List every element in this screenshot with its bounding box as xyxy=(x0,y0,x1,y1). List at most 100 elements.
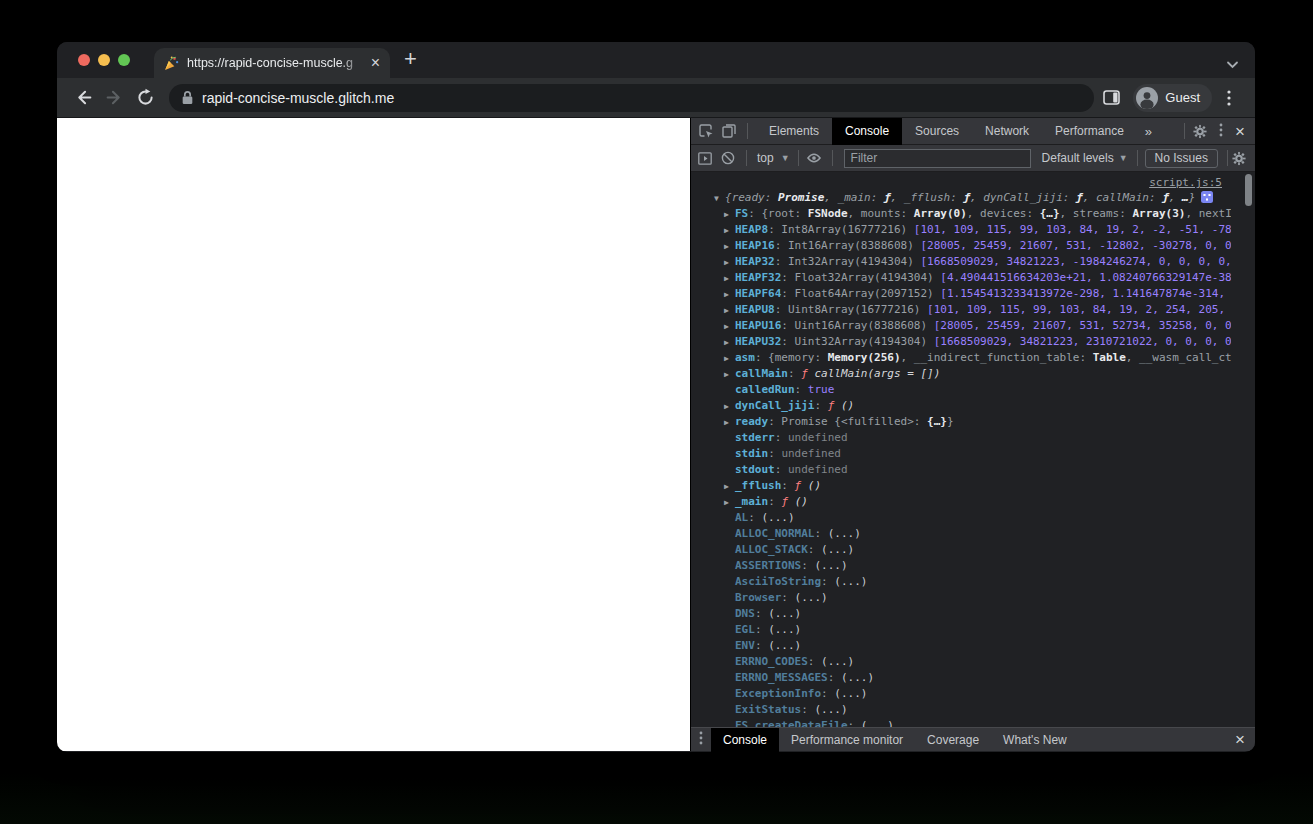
window-controls xyxy=(78,54,130,66)
console-row: ASSERTIONS: (...) xyxy=(691,558,1231,574)
lock-icon xyxy=(181,90,194,105)
fullscreen-window-button[interactable] xyxy=(118,54,130,66)
console-token: HEAPU32 xyxy=(735,335,781,348)
drawer-close-icon[interactable]: × xyxy=(1235,731,1245,748)
console-token: : xyxy=(755,623,768,636)
tab-title: https://rapid-concise-muscle.g xyxy=(187,56,367,70)
console-token: HEAP16 xyxy=(735,239,775,252)
devtools-tab-sources[interactable]: Sources xyxy=(902,118,972,145)
console-token: FSNode xyxy=(808,207,848,220)
profile-button[interactable]: Guest xyxy=(1133,84,1212,112)
console-token: : Uint16Array(8388608) xyxy=(781,319,933,332)
devtools-tab-elements[interactable]: Elements xyxy=(756,118,832,145)
avatar-icon xyxy=(1136,87,1158,109)
console-token: HEAPU8 xyxy=(735,303,775,316)
expand-arrow-icon[interactable]: ▶ xyxy=(724,479,735,495)
browser-toolbar: rapid-concise-muscle.glitch.me Guest xyxy=(57,78,1255,118)
party-popper-favicon-icon xyxy=(164,56,179,71)
devtools-tab-network[interactable]: Network xyxy=(972,118,1042,145)
inspect-element-icon[interactable] xyxy=(699,124,713,138)
console-row: ▶FS: {root: FSNode, mounts: Array(0), de… xyxy=(691,206,1231,222)
console-token: , streams: xyxy=(1060,207,1133,220)
reload-button[interactable] xyxy=(132,85,158,111)
console-token: : xyxy=(775,463,788,476)
forward-button[interactable] xyxy=(101,85,127,111)
console-row: ▶HEAPU32: Uint32Array(4194304) [16685090… xyxy=(691,334,1231,350)
live-expression-eye-icon[interactable] xyxy=(807,151,821,165)
console-row: ERRNO_MESSAGES: (...) xyxy=(691,670,1231,686)
address-bar[interactable]: rapid-concise-muscle.glitch.me xyxy=(169,84,1094,112)
console-row: calledRun: true xyxy=(691,382,1231,398)
expand-arrow-icon[interactable]: ▶ xyxy=(724,495,735,511)
clear-console-icon[interactable] xyxy=(721,151,735,165)
console-sidebar-icon[interactable] xyxy=(698,151,712,165)
devtools-tab-performance[interactable]: Performance xyxy=(1042,118,1137,145)
console-token: ExceptionInfo xyxy=(735,687,821,700)
console-scrollbar-thumb[interactable] xyxy=(1245,174,1252,206)
console-token: (...) xyxy=(821,543,854,556)
console-token: : Uint32Array(4194304) xyxy=(781,335,933,348)
new-tab-button[interactable]: + xyxy=(404,47,417,71)
browser-tab[interactable]: https://rapid-concise-muscle.g × xyxy=(154,48,390,78)
context-selector[interactable]: top xyxy=(757,151,774,165)
console-token: ƒ xyxy=(781,495,794,508)
console-token: asm xyxy=(735,351,755,364)
console-token: [28005, 25459, 21607, 531, -12802, -3027… xyxy=(920,239,1231,252)
expand-arrow-icon[interactable]: ▶ xyxy=(724,239,735,255)
issues-counter[interactable]: No Issues xyxy=(1145,149,1218,168)
devtools-menu-icon[interactable] xyxy=(1219,123,1223,140)
console-row: Browser: (...) xyxy=(691,590,1231,606)
drawer-tab-coverage[interactable]: Coverage xyxy=(915,728,991,752)
expand-arrow-icon[interactable]: ▶ xyxy=(724,415,735,431)
collapse-arrow-icon[interactable]: ▼ xyxy=(714,191,725,207)
console-token: ALLOC_STACK xyxy=(735,543,808,556)
console-token: : xyxy=(848,719,861,727)
log-levels-dropdown[interactable]: Default levels ▼ xyxy=(1042,151,1128,165)
tab-close-icon[interactable]: × xyxy=(371,55,380,71)
expand-arrow-icon[interactable]: ▶ xyxy=(724,287,735,303)
expand-arrow-icon[interactable]: ▶ xyxy=(724,399,735,415)
console-row: ▶HEAP32: Int32Array(4194304) [1668509029… xyxy=(691,254,1231,270)
more-tabs-button[interactable]: » xyxy=(1137,124,1160,139)
drawer-tab-console[interactable]: Console xyxy=(711,728,779,752)
drawer-menu-icon[interactable] xyxy=(691,731,711,748)
side-panel-button[interactable] xyxy=(1098,85,1124,111)
console-token: : Int8Array(16777216) xyxy=(768,223,914,236)
close-window-button[interactable] xyxy=(78,54,90,66)
expand-arrow-icon[interactable]: ▶ xyxy=(724,351,735,367)
devtools-settings-gear-icon[interactable] xyxy=(1193,124,1207,138)
expand-arrow-icon[interactable]: ▶ xyxy=(724,271,735,287)
desktop-background: https://rapid-concise-muscle.g × + rapid… xyxy=(0,0,1313,824)
expand-arrow-icon[interactable]: ▶ xyxy=(724,367,735,383)
console-row: ▶dynCall_jiji: ƒ () xyxy=(691,398,1231,414)
filter-input[interactable] xyxy=(844,149,1031,168)
expand-arrow-icon[interactable]: ▶ xyxy=(724,319,735,335)
source-link[interactable]: script.js:5 xyxy=(1149,176,1222,189)
devtools-tab-console[interactable]: Console xyxy=(832,118,902,145)
drawer-tab-performance-monitor[interactable]: Performance monitor xyxy=(779,728,915,752)
devtools-close-icon[interactable]: × xyxy=(1235,123,1245,140)
drawer-tab-what-s-new[interactable]: What's New xyxy=(991,728,1079,752)
device-toolbar-icon[interactable] xyxy=(722,124,736,138)
expand-arrow-icon[interactable]: ▶ xyxy=(724,255,735,271)
console-token: (...) xyxy=(821,655,854,668)
console-token: [101, 109, 115, 99, 103, 84, 19, 2, 254,… xyxy=(927,303,1231,316)
console-token: (...) xyxy=(768,639,801,652)
expand-arrow-icon[interactable]: ▶ xyxy=(724,223,735,239)
console-token: : xyxy=(768,447,781,460)
expand-arrow-icon[interactable]: ▶ xyxy=(724,335,735,351)
tab-search-chevron-icon[interactable] xyxy=(1226,55,1239,73)
minimize-window-button[interactable] xyxy=(98,54,110,66)
console-token: DNS xyxy=(735,607,755,620)
console-row: stderr: undefined xyxy=(691,430,1231,446)
console-row: stdin: undefined xyxy=(691,446,1231,462)
console-settings-gear-icon[interactable] xyxy=(1232,151,1246,165)
console-token: ƒ xyxy=(801,367,814,380)
browser-menu-button[interactable] xyxy=(1216,85,1242,111)
expand-arrow-icon[interactable]: ▶ xyxy=(724,303,735,319)
expand-arrow-icon[interactable]: ▶ xyxy=(724,207,735,223)
back-button[interactable] xyxy=(70,85,96,111)
object-state-badge-icon[interactable] xyxy=(1201,191,1213,203)
console-token: ExitStatus xyxy=(735,703,801,716)
console-token: ALLOC_NORMAL xyxy=(735,527,814,540)
